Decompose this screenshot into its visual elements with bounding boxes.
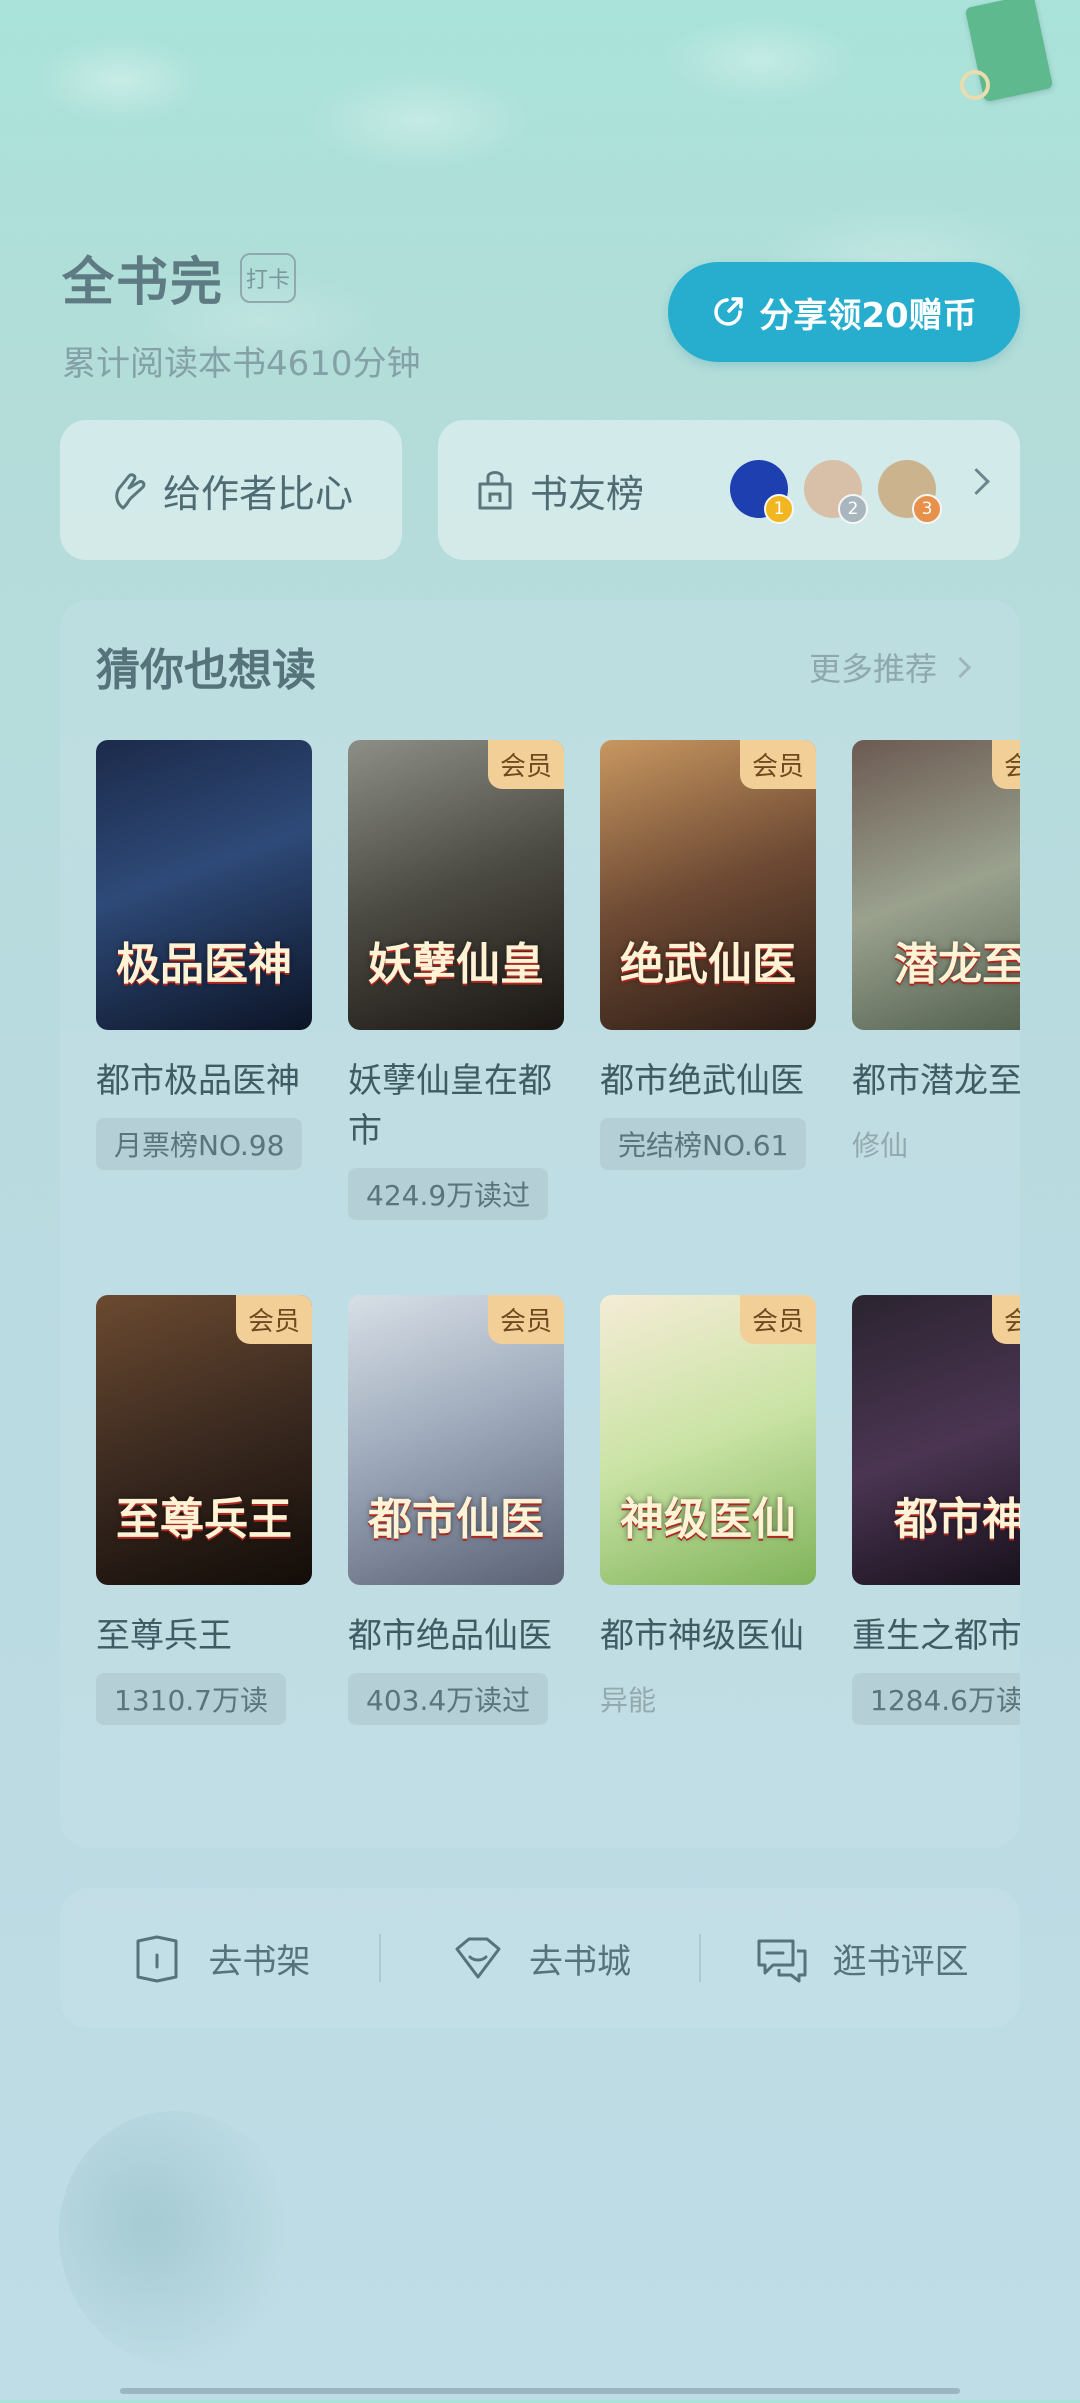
book-tag: 1284.6万读 — [852, 1673, 1020, 1725]
rank-badge: 3 — [912, 494, 942, 524]
book-cover: 神级医仙 会员 — [600, 1295, 816, 1585]
trophy-bag-icon — [478, 471, 512, 510]
reader-avatar: 1 — [730, 460, 794, 524]
bookshelf-label: 去书架 — [208, 1941, 311, 1982]
book-tag: 1310.7万读 — [96, 1673, 286, 1725]
top-readers: 1 2 3 — [714, 460, 942, 524]
book-tag: 修仙 — [852, 1129, 909, 1162]
book-card[interactable]: 神级医仙 会员都市神级医仙异能 — [600, 1295, 816, 1725]
book-card[interactable]: 都市神 会员重生之都市帝 1284.6万读 — [852, 1295, 1020, 1725]
book-tag: 424.9万读过 — [348, 1168, 549, 1220]
reader-avatar: 3 — [878, 460, 942, 524]
book-card[interactable]: 至尊兵王 会员至尊兵王 1310.7万读 — [96, 1295, 312, 1725]
cover-title: 潜龙至 — [894, 939, 1020, 990]
share-button[interactable]: 分享领20赠币 — [668, 262, 1020, 362]
book-title: 妖孽仙皇在都市 — [348, 1061, 552, 1151]
reader-rank-button[interactable]: 书友榜 1 2 3 — [438, 420, 1020, 560]
chevron-right-icon — [949, 656, 972, 678]
vip-badge: 会员 — [991, 1295, 1020, 1344]
book-cover: 潜龙至 会员 — [852, 740, 1020, 1030]
title-row: 全书完 打卡 — [62, 240, 297, 315]
page-title: 全书完 — [62, 253, 225, 313]
book-card[interactable]: 妖孽仙皇 会员妖孽仙皇在都市 424.9万读过 — [348, 740, 564, 1220]
cover-title: 都市神 — [894, 1494, 1020, 1545]
rank-label: 书友榜 — [530, 471, 645, 516]
leaf-shadow-decoration — [22, 2076, 338, 2403]
rank-badge: 1 — [764, 494, 794, 524]
comment-label: 逛书评区 — [832, 1941, 969, 1982]
recommend-panel: 猜你也想读 更多推荐 极品医神 都市极品医神 月票榜NO.98 妖孽仙皇 会员 妖孽仙皇在… — [60, 600, 1020, 1848]
book-tag: 月票榜NO.98 — [96, 1118, 303, 1170]
book-card[interactable]: 极品医神都市极品医神月票榜NO.98 — [96, 740, 312, 1170]
heart-author-button[interactable]: 给作者比心 — [60, 420, 402, 560]
book-review-button[interactable]: 逛书评区 — [701, 1929, 1020, 1987]
heart-label: 给作者比心 — [162, 471, 353, 516]
book-title: 都市绝武仙医 — [600, 1061, 804, 1101]
cover-title: 妖孽仙皇 — [368, 939, 544, 990]
vip-badge: 会员 — [739, 740, 816, 789]
book-title: 至尊兵王 — [96, 1616, 232, 1656]
corner-decoration — [956, 0, 1054, 120]
cover-title: 都市仙医 — [368, 1494, 544, 1545]
share-label: 分享领20赠币 — [759, 295, 977, 336]
bookstore-label: 去书城 — [529, 1941, 631, 1982]
book-cover: 绝武仙医 会员 — [600, 740, 816, 1030]
book-tag: 403.4万读过 — [348, 1673, 549, 1725]
book-title: 都市潜龙至 — [852, 1061, 1020, 1101]
go-bookstore-button[interactable]: 去书城 — [381, 1929, 700, 1987]
more-label: 更多推荐 — [808, 650, 937, 688]
finger-heart-icon — [115, 473, 146, 510]
bookstore-icon — [455, 1937, 501, 1979]
home-indicator — [120, 2388, 960, 2394]
book-cover: 都市神 会员 — [852, 1295, 1020, 1585]
book-title: 都市极品医神 — [96, 1061, 300, 1101]
book-cover: 妖孽仙皇 会员 — [348, 740, 564, 1030]
recommend-title: 猜你也想读 — [96, 645, 316, 696]
book-cover: 至尊兵王 会员 — [96, 1295, 312, 1585]
bookshelf-icon — [136, 1935, 178, 1983]
cover-title: 至尊兵王 — [116, 1494, 292, 1545]
vip-badge: 会员 — [235, 1295, 312, 1344]
cover-title: 绝武仙医 — [620, 939, 796, 990]
comment-icon — [757, 1939, 807, 1983]
checkin-badge[interactable]: 打卡 — [240, 252, 297, 303]
book-card[interactable]: 绝武仙医 会员都市绝武仙医完结榜NO.61 — [600, 740, 816, 1170]
reader-avatar: 2 — [804, 460, 868, 524]
book-title: 都市神级医仙 — [600, 1616, 804, 1656]
reading-time: 累计阅读本书4610分钟 — [62, 344, 421, 384]
book-tag: 完结榜NO.61 — [600, 1118, 807, 1170]
vip-badge: 会员 — [739, 1295, 816, 1344]
book-title: 都市绝品仙医 — [348, 1616, 552, 1656]
more-recommend-link[interactable]: 更多推荐 — [808, 644, 972, 690]
book-card[interactable]: 都市仙医 会员都市绝品仙医 403.4万读过 — [348, 1295, 564, 1725]
chevron-right-icon — [963, 468, 990, 495]
book-cover: 都市仙医 会员 — [348, 1295, 564, 1585]
vip-badge: 会员 — [487, 1295, 564, 1344]
share-icon — [714, 297, 744, 326]
cover-title: 神级医仙 — [620, 1494, 796, 1545]
book-tag: 异能 — [600, 1684, 657, 1717]
go-bookshelf-button[interactable]: 去书架 — [60, 1929, 379, 1987]
cover-title: 极品医神 — [116, 939, 292, 990]
vip-badge: 会员 — [991, 740, 1020, 789]
book-title: 重生之都市帝 — [852, 1616, 1020, 1656]
book-cover: 极品医神 — [96, 740, 312, 1030]
vip-badge: 会员 — [487, 740, 564, 789]
rank-badge: 2 — [838, 494, 868, 524]
bottom-actions: 去书架 去书城 逛书评区 — [60, 1888, 1020, 2028]
book-card[interactable]: 潜龙至 会员都市潜龙至修仙 — [852, 740, 1020, 1170]
